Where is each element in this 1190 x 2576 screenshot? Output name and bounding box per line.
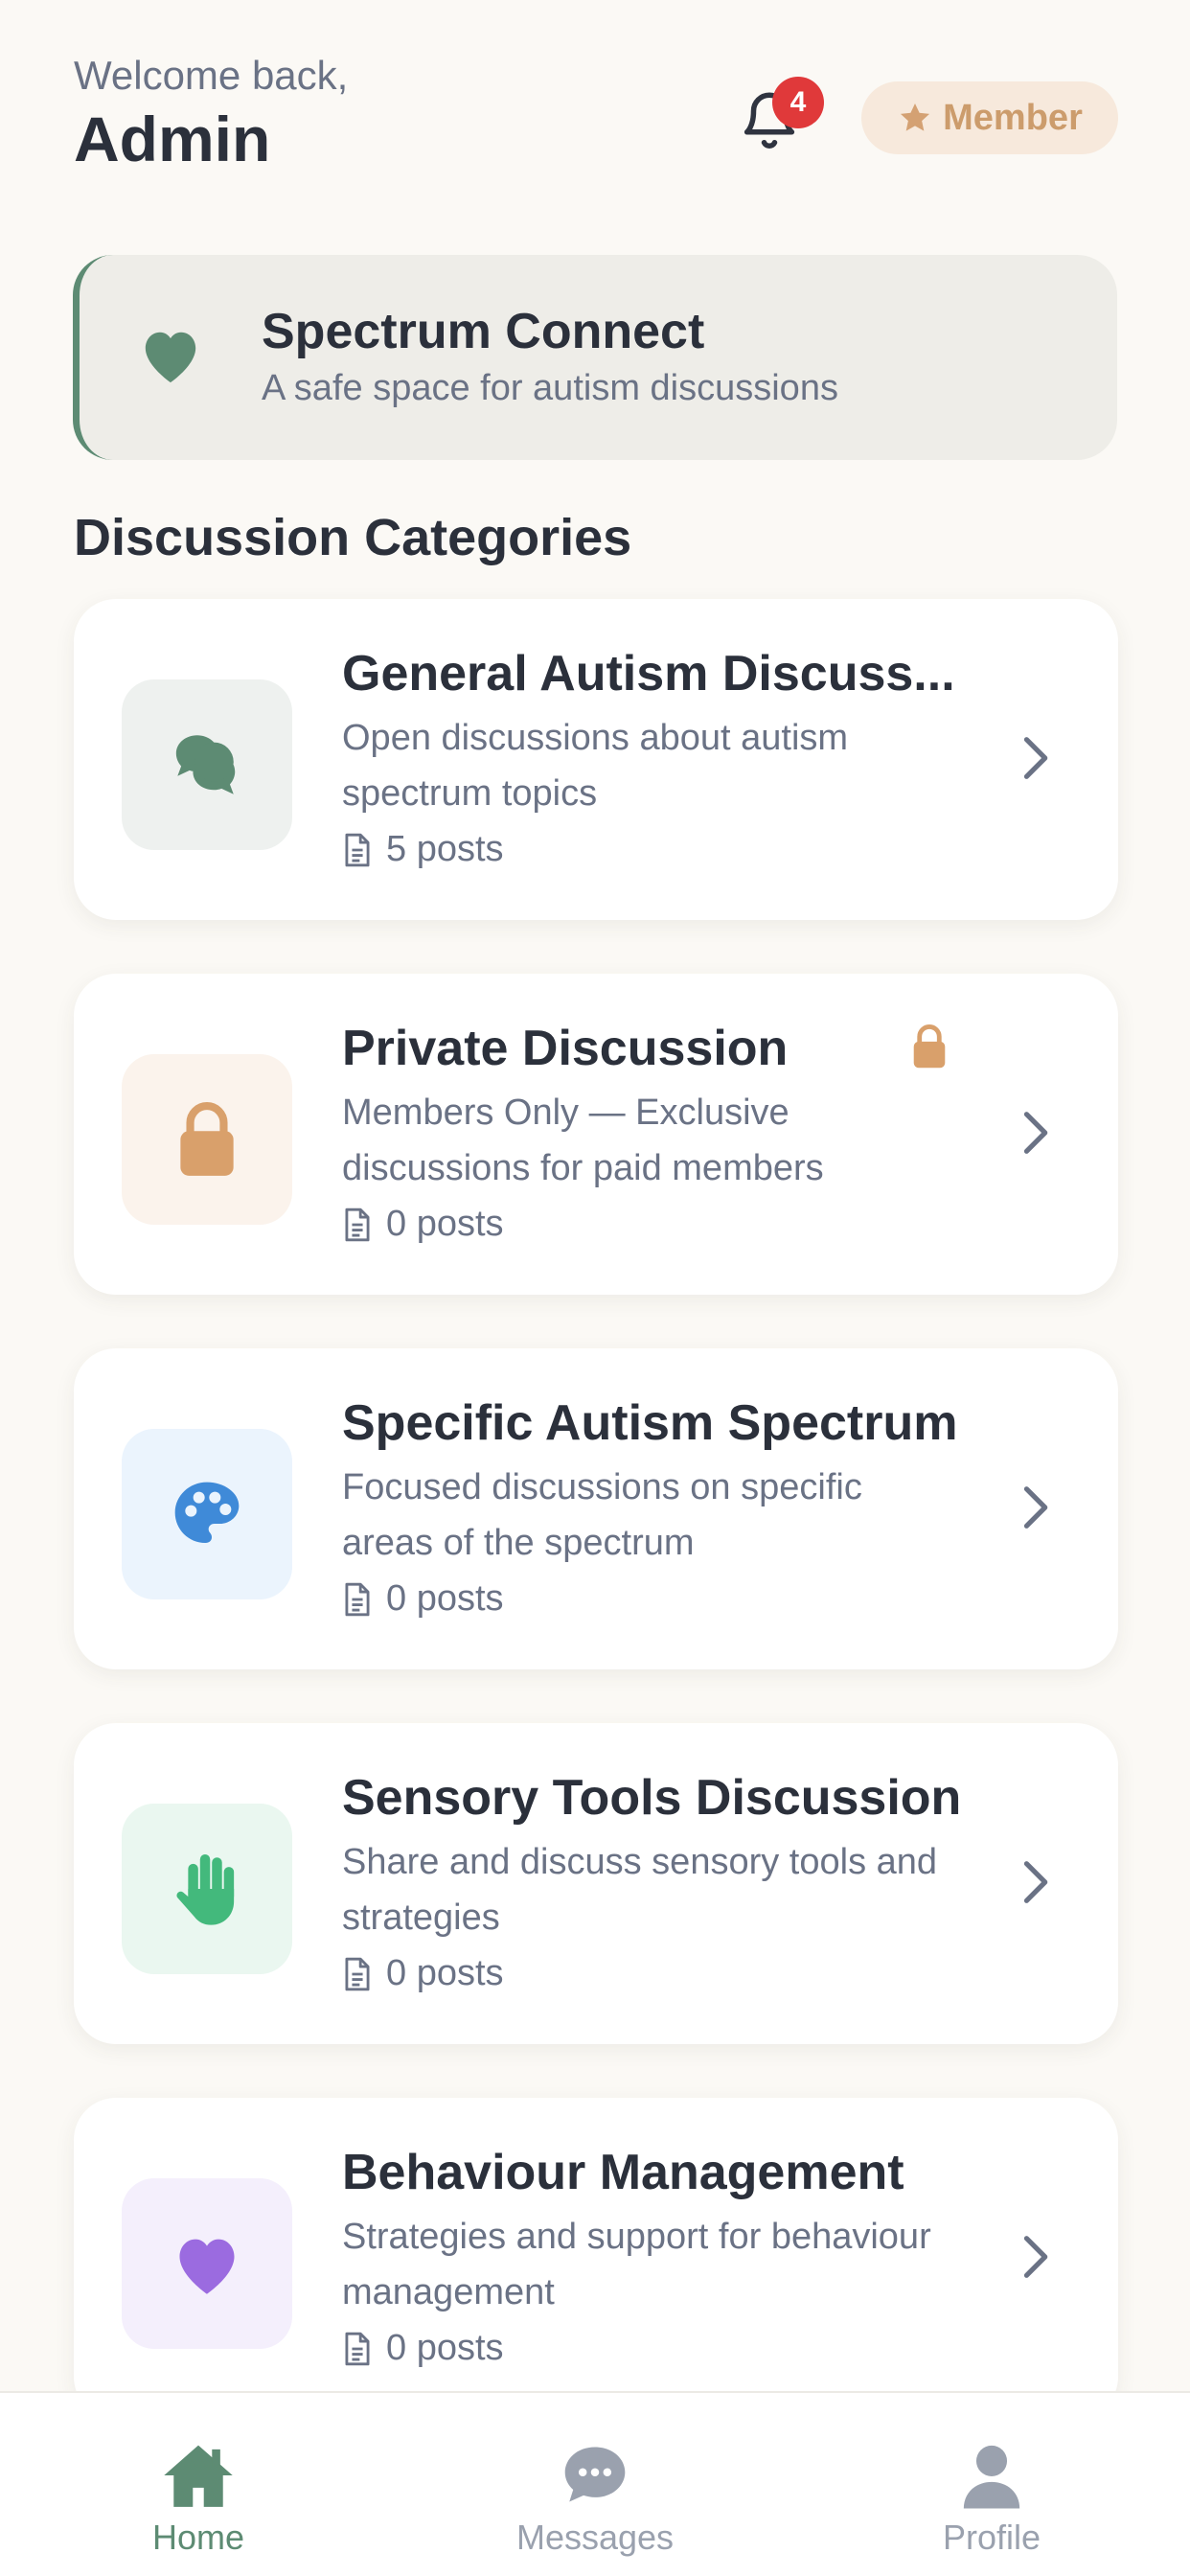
nav-tab-home[interactable]: Home (55, 2393, 342, 2576)
chevron-right-icon (1023, 737, 1048, 779)
category-card-private-discussion[interactable]: Private Discussion Members Only — Exclus… (74, 974, 1118, 1295)
nav-tab-profile[interactable]: Profile (848, 2393, 1135, 2576)
messages-icon (564, 2447, 626, 2502)
category-description: Open discussions about autism spectrum t… (342, 718, 849, 814)
post-count-label: 0 posts (386, 1204, 504, 1244)
category-card-general-autism[interactable]: General Autism Discuss... Open discussio… (74, 599, 1118, 920)
bottom-navigation: Home Messages Profile (0, 2391, 1190, 2576)
notifications-button[interactable]: 4 (738, 77, 824, 172)
members-lock-icon (913, 1024, 946, 1069)
document-icon (345, 1957, 370, 1990)
category-icon-container (122, 679, 292, 850)
nav-label-profile: Profile (942, 2518, 1041, 2557)
category-card-sensory-tools[interactable]: Sensory Tools Discussion Share and discu… (74, 1723, 1118, 2044)
post-count: 0 posts (342, 2328, 504, 2369)
community-banner: Spectrum Connect A safe space for autism… (73, 255, 1117, 460)
post-count-label: 5 posts (386, 829, 504, 869)
document-icon (345, 1208, 370, 1241)
category-title: Behaviour Management (342, 2145, 904, 2200)
document-icon (345, 2332, 370, 2365)
header: Welcome back, Admin 4 Member (74, 53, 1118, 177)
hand-icon (176, 1854, 235, 1925)
banner-subtitle: A safe space for autism discussions (262, 368, 838, 408)
nav-tab-messages[interactable]: Messages (451, 2393, 739, 2576)
category-card-behaviour-management[interactable]: Behaviour Management Strategies and supp… (74, 2098, 1118, 2419)
palette-icon (174, 1482, 240, 1543)
nav-label-home: Home (151, 2518, 245, 2557)
category-description: Share and discuss sensory tools and stra… (342, 1842, 938, 1938)
member-label: Member (943, 97, 1083, 138)
category-icon-container (122, 1429, 292, 1599)
post-count-label: 0 posts (386, 1578, 504, 1619)
lock-icon (180, 1102, 234, 1176)
profile-icon (963, 2445, 1020, 2509)
section-title: Discussion Categories (74, 509, 632, 566)
post-count: 5 posts (342, 829, 504, 870)
document-icon (345, 1582, 370, 1616)
post-count-label: 0 posts (386, 2328, 504, 2368)
heart-icon (145, 332, 196, 383)
chevron-right-icon (1023, 2236, 1048, 2278)
category-icon-container (122, 1054, 292, 1225)
category-title: General Autism Discuss... (342, 646, 955, 702)
nav-label-messages: Messages (515, 2518, 675, 2557)
category-description: Strategies and support for behaviour man… (342, 2217, 931, 2312)
category-title: Specific Autism Spectrum (342, 1395, 958, 1451)
chevron-right-icon (1023, 1112, 1048, 1154)
star-icon (901, 103, 930, 131)
category-description: Members Only — Exclusive discussions for… (342, 1092, 824, 1188)
home-icon (164, 2445, 233, 2507)
category-card-specific-autism-spectrum[interactable]: Specific Autism Spectrum Focused discuss… (74, 1348, 1118, 1669)
chevron-right-icon (1023, 1861, 1048, 1903)
app-screen: Welcome back, Admin 4 Member Spectrum Co… (0, 0, 1190, 2576)
heart-icon (179, 2239, 235, 2294)
chat-bubbles-icon (175, 735, 236, 794)
welcome-text: Welcome back, (74, 53, 349, 98)
post-count: 0 posts (342, 1578, 504, 1620)
category-icon-container (122, 1804, 292, 1974)
category-title: Private Discussion (342, 1021, 789, 1076)
post-count: 0 posts (342, 1953, 504, 1994)
banner-title: Spectrum Connect (262, 304, 705, 359)
chevron-right-icon (1023, 1486, 1048, 1529)
category-icon-container (122, 2178, 292, 2349)
document-icon (345, 833, 370, 866)
post-count: 0 posts (342, 1204, 504, 1245)
notification-count-badge: 4 (772, 77, 824, 128)
category-title: Sensory Tools Discussion (342, 1770, 962, 1826)
username: Admin (74, 104, 271, 174)
category-description: Focused discussions on specific areas of… (342, 1467, 862, 1563)
member-badge[interactable]: Member (861, 81, 1118, 154)
post-count-label: 0 posts (386, 1953, 504, 1993)
